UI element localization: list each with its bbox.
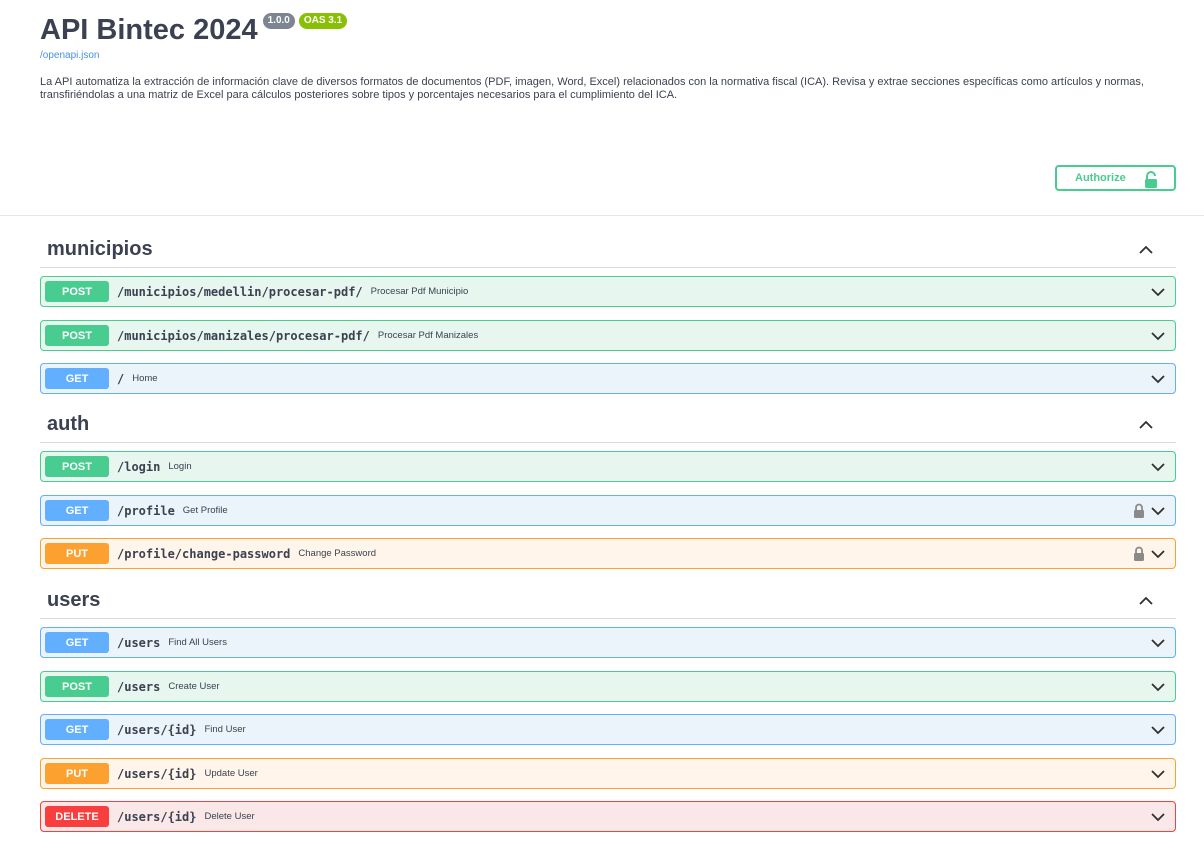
chevron-down-icon[interactable]	[1150, 547, 1166, 561]
operation-path: /users	[117, 635, 161, 650]
operation-path: /	[117, 371, 125, 386]
operation-path: /users	[117, 679, 161, 694]
tag-section-users: users GET/users Find All Users POST/users Cr…	[40, 583, 1176, 837]
tag-header[interactable]: users	[40, 583, 1176, 619]
tag-header[interactable]: auth	[40, 407, 1176, 443]
chevron-down-icon[interactable]	[1150, 767, 1166, 781]
operation-path: /municipios/manizales/procesar-pdf/	[117, 328, 370, 343]
oas-badge: OAS 3.1	[298, 13, 348, 29]
tag-header[interactable]: municipios	[40, 232, 1176, 268]
operation-get-row[interactable]: GET/profile Get Profile	[40, 495, 1176, 526]
openapi-json-link[interactable]: /openapi.json	[40, 50, 1170, 62]
lock-open-icon	[1145, 171, 1157, 188]
authorize-button[interactable]: Authorize	[1055, 165, 1176, 191]
page-title: API Bintec 2024	[40, 14, 258, 46]
lock-icon[interactable]	[1133, 546, 1145, 561]
tag-name: auth	[47, 413, 90, 435]
tag-section-municipios: municipios POST/municipios/medellin/proce…	[40, 232, 1176, 399]
chevron-down-icon[interactable]	[1150, 372, 1166, 386]
operation-summary: Create User	[168, 681, 220, 692]
method-badge: GET	[45, 719, 109, 740]
operation-path: /login	[117, 459, 161, 474]
version-badge: 1.0.0	[262, 13, 295, 29]
operation-post-row[interactable]: POST/municipios/medellin/procesar-pdf/Pr…	[40, 276, 1176, 307]
chevron-down-icon[interactable]	[1150, 329, 1166, 343]
api-description: La API automatiza la extracción de infor…	[40, 76, 1144, 101]
operation-summary: Procesar Pdf Municipio	[370, 286, 469, 297]
lock-icon[interactable]	[1133, 503, 1145, 518]
operation-delete-row[interactable]: DELETE/users/{id} Delete User	[40, 801, 1176, 832]
operation-path: /users/{id}	[117, 766, 197, 781]
divider	[0, 215, 1204, 216]
chevron-up-icon[interactable]	[1138, 417, 1154, 433]
operation-summary: Home	[132, 373, 158, 384]
method-badge: DELETE	[45, 806, 109, 827]
operation-put-row[interactable]: PUT/users/{id} Update User	[40, 758, 1176, 789]
operation-summary: Update User	[204, 768, 258, 779]
operation-get-row[interactable]: GET/users/{id} Find User	[40, 714, 1176, 745]
operation-put-row[interactable]: PUT/profile/change-password Change Passwo…	[40, 538, 1176, 569]
operation-path: /users/{id}	[117, 722, 197, 737]
operation-summary: Procesar Pdf Manizales	[377, 330, 479, 341]
method-badge: GET	[45, 500, 109, 521]
tag-name: municipios	[47, 238, 153, 260]
chevron-down-icon[interactable]	[1150, 285, 1166, 299]
operation-summary: Find All Users	[168, 637, 227, 648]
operation-summary: Delete User	[204, 811, 255, 822]
operation-get-row[interactable]: GET/users Find All Users	[40, 627, 1176, 658]
api-info: API Bintec 2024 1.0.0 OAS 3.1 /openapi.j…	[40, 10, 1170, 102]
tag-name: users	[47, 589, 101, 611]
method-badge: GET	[45, 632, 109, 653]
chevron-up-icon[interactable]	[1138, 593, 1154, 609]
operation-path: /profile	[117, 503, 175, 518]
method-badge: GET	[45, 368, 109, 389]
method-badge: PUT	[45, 543, 109, 564]
tag-section-auth: auth POST/login Login GET/profile Get Profil…	[40, 407, 1176, 574]
method-badge: POST	[45, 456, 109, 477]
operation-summary: Find User	[204, 724, 246, 735]
title-row: API Bintec 2024 1.0.0 OAS 3.1	[40, 10, 1170, 50]
operation-summary: Get Profile	[182, 505, 228, 516]
operation-summary: Change Password	[298, 548, 377, 559]
chevron-up-icon[interactable]	[1138, 242, 1154, 258]
operation-path: /users/{id}	[117, 809, 197, 824]
operation-get-row[interactable]: GET / Home	[40, 363, 1176, 394]
method-badge: POST	[45, 281, 109, 302]
operation-post-row[interactable]: POST/login Login	[40, 451, 1176, 482]
method-badge: PUT	[45, 763, 109, 784]
method-badge: POST	[45, 676, 109, 697]
operation-post-row[interactable]: POST/users Create User	[40, 671, 1176, 702]
operation-post-row[interactable]: POST/municipios/manizales/procesar-pdf/P…	[40, 320, 1176, 351]
chevron-down-icon[interactable]	[1150, 460, 1166, 474]
chevron-down-icon[interactable]	[1150, 504, 1166, 518]
chevron-down-icon[interactable]	[1150, 680, 1166, 694]
authorize-label: Authorize	[1075, 172, 1126, 184]
operation-path: /municipios/medellin/procesar-pdf/	[117, 284, 363, 299]
operation-path: /profile/change-password	[117, 546, 291, 561]
chevron-down-icon[interactable]	[1150, 810, 1166, 824]
chevron-down-icon[interactable]	[1150, 723, 1166, 737]
chevron-down-icon[interactable]	[1150, 636, 1166, 650]
method-badge: POST	[45, 325, 109, 346]
operation-summary: Login	[168, 461, 192, 472]
